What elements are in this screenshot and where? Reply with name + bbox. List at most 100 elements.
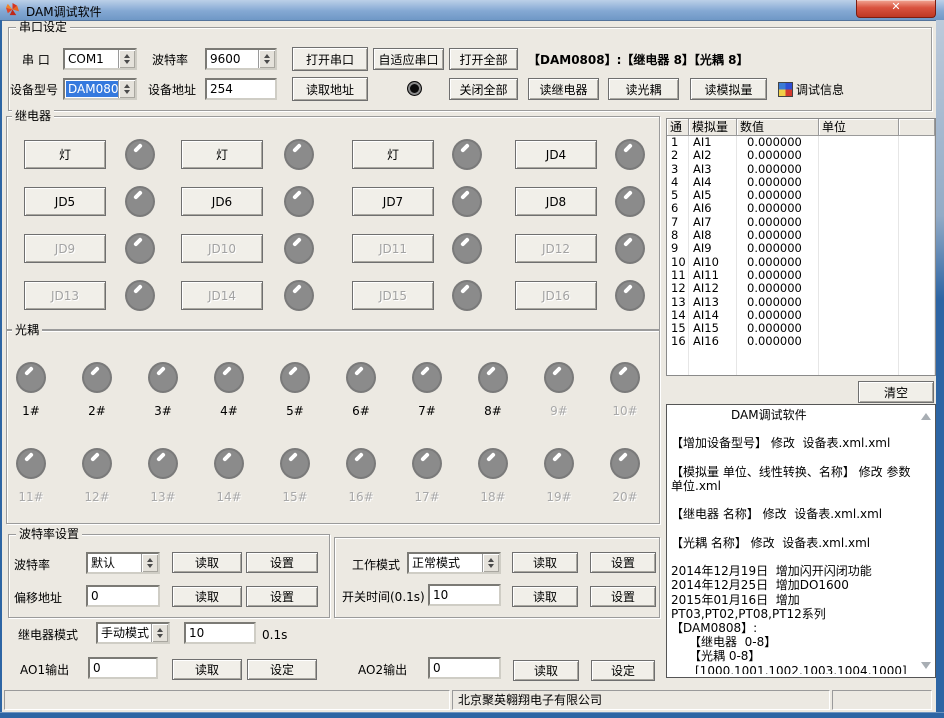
work-mode-read-button[interactable]: 读取 — [512, 552, 578, 573]
table-cell — [819, 229, 899, 242]
table-row[interactable]: 10AI100.000000 — [667, 256, 935, 269]
relay-button-2[interactable]: 灯 — [181, 140, 263, 169]
adaptive-serial-button[interactable]: 自适应串口 — [373, 48, 444, 70]
scroll-down-icon[interactable] — [921, 662, 931, 669]
device-model-dropdown-icon[interactable] — [118, 80, 135, 98]
read-address-button[interactable]: 读取地址 — [292, 77, 368, 101]
open-all-button[interactable]: 打开全部 — [449, 48, 518, 70]
table-row[interactable] — [667, 362, 935, 375]
analog-table-header-5[interactable] — [899, 119, 935, 136]
table-cell: AI6 — [689, 202, 737, 215]
relay-mode-combobox[interactable]: 手动模式 — [96, 622, 170, 644]
device-address-input[interactable]: 254 — [205, 78, 277, 100]
close-all-button[interactable]: 关闭全部 — [449, 78, 518, 100]
relay-button-13[interactable]: JD13 — [24, 281, 106, 310]
offset-address-input[interactable]: 0 — [86, 585, 160, 607]
com-port-combobox[interactable]: COM1 — [63, 48, 137, 70]
info-panel[interactable]: DAM调试软件 【增加设备型号】 修改 设备表.xml.xml 【模拟量 单位、… — [666, 404, 936, 678]
relay-mode-time-input[interactable]: 10 — [184, 622, 256, 644]
com-port-dropdown-icon[interactable] — [118, 50, 135, 68]
analog-table-header-1[interactable]: 通 — [667, 119, 689, 136]
switch-time-set-button[interactable]: 设置 — [590, 586, 656, 607]
table-cell: AI4 — [689, 176, 737, 189]
table-row[interactable] — [667, 349, 935, 362]
table-cell — [819, 256, 899, 269]
table-row[interactable]: 6AI60.000000 — [667, 202, 935, 215]
ao2-set-button[interactable]: 设定 — [591, 660, 655, 681]
table-row[interactable]: 16AI160.000000 — [667, 335, 935, 348]
clear-button[interactable]: 清空 — [858, 381, 934, 403]
table-row[interactable]: 7AI70.000000 — [667, 216, 935, 229]
table-row[interactable]: 3AI30.000000 — [667, 163, 935, 176]
relay-indicator-15 — [452, 280, 482, 311]
ao2-input[interactable]: 0 — [428, 657, 501, 679]
analog-table-header-2[interactable]: 模拟量 — [689, 119, 737, 136]
table-cell: 0.000000 — [737, 176, 819, 189]
ao1-read-button[interactable]: 读取 — [172, 659, 242, 680]
table-cell: 7 — [667, 216, 689, 229]
analog-table-header-3[interactable]: 数值 — [737, 119, 819, 136]
relay-button-15[interactable]: JD15 — [352, 281, 434, 310]
opto-label-20: 20# — [605, 490, 645, 504]
baud-setting-combobox[interactable]: 默认 — [86, 552, 160, 574]
table-row[interactable]: 11AI110.000000 — [667, 269, 935, 282]
table-row[interactable]: 13AI130.000000 — [667, 296, 935, 309]
analog-table[interactable]: 通模拟量数值单位1AI10.0000002AI20.0000003AI30.00… — [666, 118, 936, 376]
relay-button-14[interactable]: JD14 — [181, 281, 263, 310]
table-cell: 5 — [667, 189, 689, 202]
relay-mode-unit-label: 0.1s — [262, 628, 287, 642]
open-serial-button[interactable]: 打开串口 — [292, 47, 368, 71]
relay-button-6[interactable]: JD6 — [181, 187, 263, 216]
baud-rate-combobox[interactable]: 9600 — [205, 48, 277, 70]
relay-button-4[interactable]: JD4 — [515, 140, 597, 169]
relay-button-12[interactable]: JD12 — [515, 234, 597, 263]
work-mode-set-button[interactable]: 设置 — [590, 552, 656, 573]
relay-button-1[interactable]: 灯 — [24, 140, 106, 169]
baud-set-button[interactable]: 设置 — [246, 552, 318, 573]
table-row[interactable]: 9AI90.000000 — [667, 242, 935, 255]
baud-read-button[interactable]: 读取 — [172, 552, 242, 573]
table-row[interactable]: 15AI150.000000 — [667, 322, 935, 335]
table-row[interactable]: 12AI120.000000 — [667, 282, 935, 295]
table-cell — [819, 362, 899, 375]
relay-button-3[interactable]: 灯 — [352, 140, 434, 169]
relay-mode-dropdown-icon[interactable] — [151, 624, 168, 642]
close-button[interactable]: ✕ — [856, 0, 936, 18]
ao2-read-button[interactable]: 读取 — [513, 660, 579, 681]
work-mode-combobox[interactable]: 正常模式 — [407, 552, 501, 574]
debug-info-icon[interactable] — [778, 82, 793, 97]
baud-rate-dropdown-icon[interactable] — [258, 50, 275, 68]
read-analog-button[interactable]: 读模拟量 — [690, 78, 767, 100]
table-row[interactable]: 1AI10.000000 — [667, 136, 935, 149]
window-border-right — [936, 20, 944, 718]
relay-button-8[interactable]: JD8 — [515, 187, 597, 216]
relay-button-5[interactable]: JD5 — [24, 187, 106, 216]
table-row[interactable]: 4AI40.000000 — [667, 176, 935, 189]
offset-read-button[interactable]: 读取 — [172, 586, 242, 607]
relay-button-11[interactable]: JD11 — [352, 234, 434, 263]
analog-table-header-4[interactable]: 单位 — [819, 119, 899, 136]
ao1-set-button[interactable]: 设定 — [247, 659, 317, 680]
scroll-up-icon[interactable] — [921, 413, 931, 420]
offset-set-button[interactable]: 设置 — [246, 586, 318, 607]
read-opto-button[interactable]: 读光耦 — [608, 78, 679, 100]
table-row[interactable]: 14AI140.000000 — [667, 309, 935, 322]
switch-time-input[interactable]: 10 — [428, 584, 501, 606]
table-row[interactable]: 8AI80.000000 — [667, 229, 935, 242]
relay-button-7[interactable]: JD7 — [352, 187, 434, 216]
connection-status-led — [407, 81, 422, 96]
table-cell: 0.000000 — [737, 296, 819, 309]
work-mode-value: 正常模式 — [410, 555, 482, 571]
read-relay-button[interactable]: 读继电器 — [528, 78, 599, 100]
relay-button-9[interactable]: JD9 — [24, 234, 106, 263]
ao1-input[interactable]: 0 — [88, 657, 158, 679]
baud-setting-dropdown-icon[interactable] — [141, 554, 158, 572]
table-row[interactable]: 2AI20.000000 — [667, 149, 935, 162]
relay-button-16[interactable]: JD16 — [515, 281, 597, 310]
device-model-combobox[interactable]: DAM0808 — [63, 78, 137, 100]
table-row[interactable]: 5AI50.000000 — [667, 189, 935, 202]
relay-button-10[interactable]: JD10 — [181, 234, 263, 263]
work-mode-dropdown-icon[interactable] — [482, 554, 499, 572]
switch-time-read-button[interactable]: 读取 — [512, 586, 578, 607]
table-cell — [899, 269, 935, 282]
